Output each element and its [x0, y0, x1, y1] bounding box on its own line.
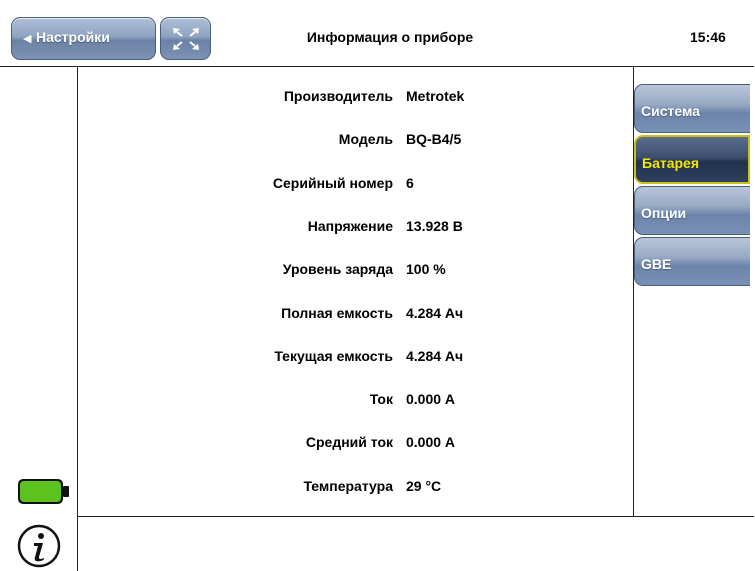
info-label: Ток	[369, 391, 393, 408]
info-label: Средний ток	[305, 434, 393, 451]
info-value: 6	[406, 174, 414, 191]
info-value: 29 °C	[406, 477, 442, 494]
tab-label: GBE	[641, 256, 672, 272]
info-row: Производитель Metrotek	[78, 88, 633, 108]
info-value: 0.000 А	[406, 434, 456, 451]
info-value: 0.000 А	[406, 391, 456, 408]
info-label: Текущая емкость	[274, 347, 393, 364]
info-row: Текущая емкость 4.284 Ач	[78, 348, 633, 368]
info-row: Полная емкость 4.284 Ач	[78, 305, 633, 325]
fullscreen-button[interactable]	[160, 17, 211, 60]
tab-options[interactable]: Опции	[634, 186, 750, 235]
back-button[interactable]: ◀ Настройки	[11, 17, 156, 60]
info-icon[interactable]	[17, 524, 61, 568]
info-row: Средний ток 0.000 А	[78, 434, 633, 454]
tab-label: Система	[641, 103, 700, 119]
info-row: Ток 0.000 А	[78, 391, 633, 411]
info-label: Серийный номер	[272, 174, 393, 191]
info-label: Уровень заряда	[282, 261, 393, 278]
info-value: 4.284 Ач	[406, 347, 464, 364]
info-label: Полная емкость	[281, 304, 393, 321]
header-divider	[0, 66, 754, 67]
info-value: 13.928 В	[406, 217, 463, 234]
back-button-label: Настройки	[36, 29, 110, 45]
content-bottom-divider	[78, 516, 754, 517]
info-value: 4.284 Ач	[406, 304, 464, 321]
tab-battery[interactable]: Батарея	[634, 135, 750, 184]
tab-system[interactable]: Система	[634, 84, 750, 133]
tab-label: Опции	[641, 205, 687, 221]
tab-label: Батарея	[642, 155, 699, 171]
info-row: Модель BQ-B4/5	[78, 131, 633, 151]
info-row: Серийный номер 6	[78, 175, 633, 195]
info-label: Напряжение	[307, 217, 393, 234]
info-value: BQ-B4/5	[406, 131, 462, 148]
tab-gbe[interactable]: GBE	[634, 237, 750, 286]
page-title: Информация о приборе	[306, 29, 474, 45]
right-panel-divider	[633, 67, 634, 517]
info-row: Уровень заряда 100 %	[78, 261, 633, 281]
info-row: Напряжение 13.928 В	[78, 218, 633, 238]
top-bar: ◀ Настройки Информация о приборе 15:46	[0, 0, 754, 66]
app-window: ◀ Настройки Информация о приборе 15:46 П…	[0, 0, 754, 571]
back-arrow-icon: ◀	[23, 33, 32, 45]
expand-arrows-icon	[173, 28, 199, 50]
info-label: Модель	[338, 131, 393, 148]
info-value: 100 %	[406, 261, 446, 278]
info-label: Температура	[303, 477, 393, 494]
clock: 15:46	[690, 29, 726, 45]
info-value: Metrotek	[406, 88, 465, 104]
battery-icon	[18, 479, 69, 504]
info-row: Температура 29 °C	[78, 478, 633, 498]
info-label: Производитель	[283, 88, 393, 104]
